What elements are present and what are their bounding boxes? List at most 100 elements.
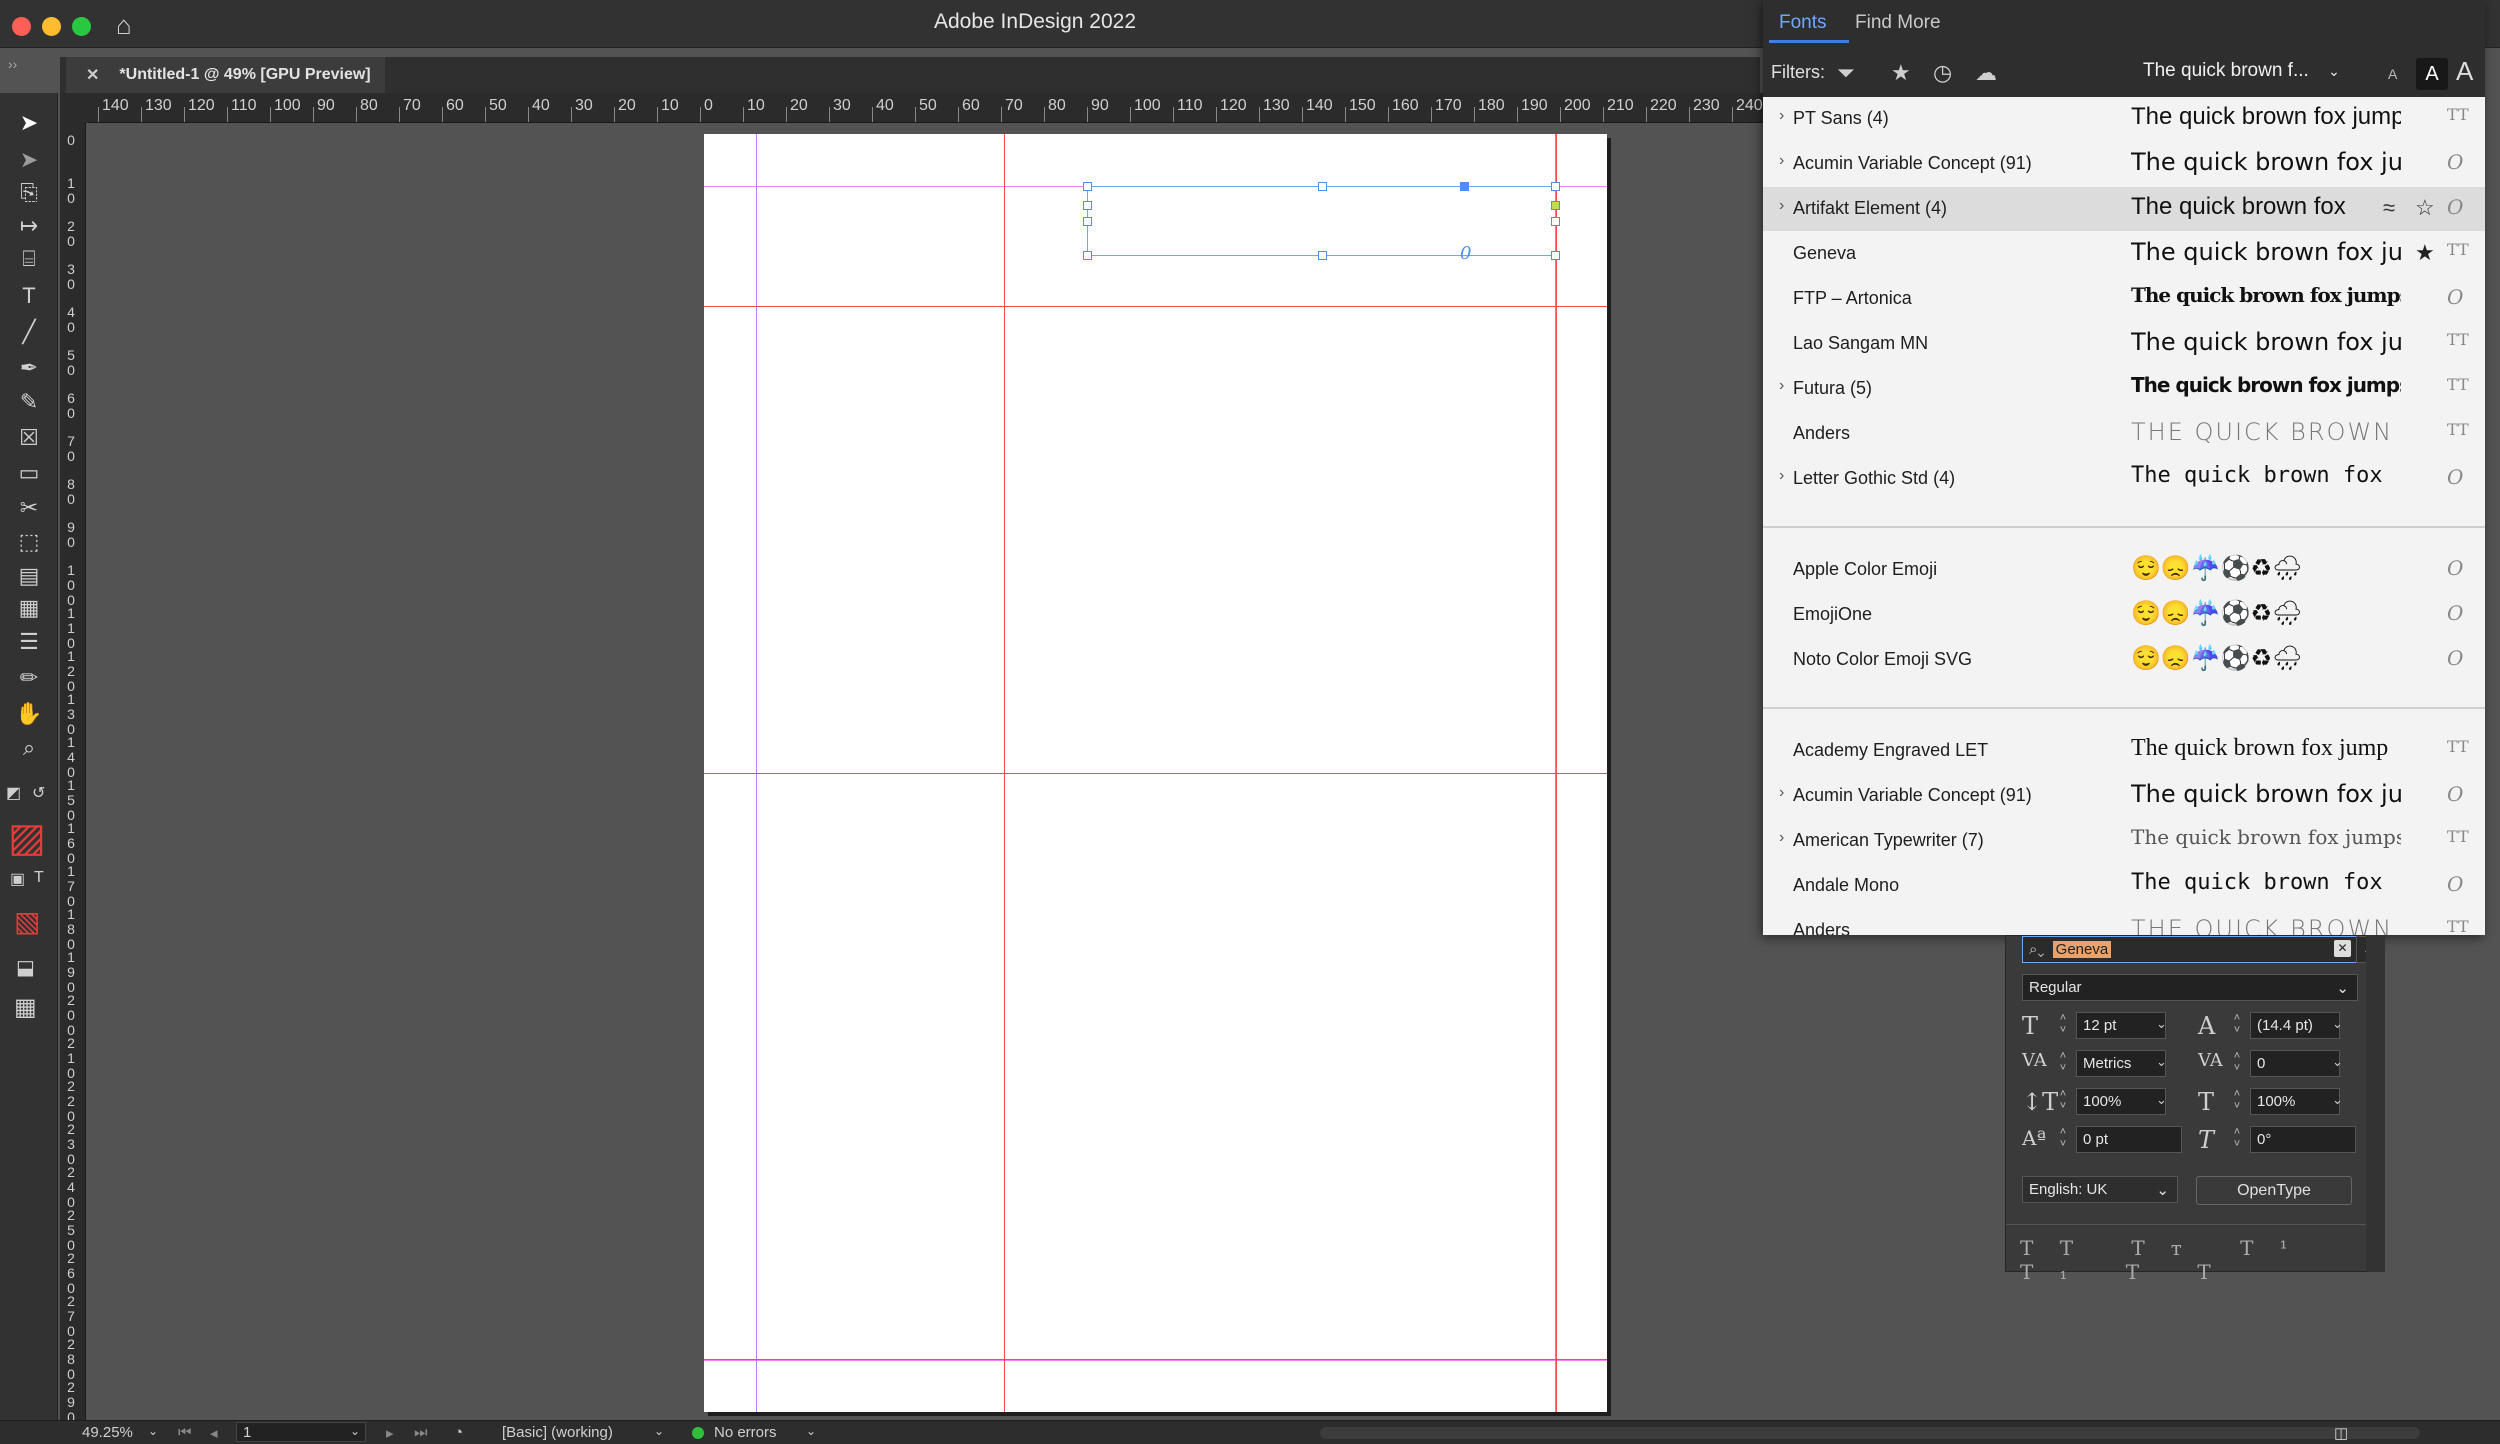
chevron-down-icon[interactable]: ⌄ <box>350 1424 360 1438</box>
formatting-text-icon[interactable]: T <box>34 869 44 887</box>
expand-chevron-icon[interactable]: › <box>1779 152 1784 170</box>
baseline-shift-stepper[interactable]: ˄ ˅ <box>2054 1126 2072 1153</box>
close-tab-icon[interactable]: ✕ <box>86 65 99 85</box>
favorite-star-icon[interactable]: ☆ <box>2415 195 2435 221</box>
frame-handle[interactable] <box>1551 182 1560 191</box>
horizontal-ruler[interactable]: 140 130 120 110 100 90 80 70 60 50 40 30 20 10 0 10 20 30… <box>88 93 1768 123</box>
ruler-origin[interactable] <box>60 93 88 123</box>
skew-field[interactable]: 0° <box>2250 1126 2356 1153</box>
character-panel-scrollbar[interactable] <box>2366 935 2385 1272</box>
clear-search-icon[interactable]: ✕ <box>2334 940 2351 957</box>
previous-page-icon[interactable]: ◂ <box>210 1424 218 1442</box>
horizontal-scrollbar[interactable] <box>1320 1427 2420 1439</box>
zoom-level[interactable]: 49.25% <box>82 1424 133 1441</box>
screen-mode-icon[interactable]: ⬓ <box>16 955 35 980</box>
ruler-guide-horizontal[interactable] <box>704 773 1607 774</box>
ruler-guide-horizontal[interactable] <box>704 1359 1607 1360</box>
frame-handle[interactable] <box>1083 251 1092 260</box>
font-family-field[interactable]: ⌕⌄ Geneva ✕ <box>2022 936 2358 963</box>
font-list-item[interactable]: Anders THE QUICK BROWN F TT <box>1763 909 2485 935</box>
sample-text-select[interactable]: The quick brown f... ⌄ <box>2143 60 2363 82</box>
horizontal-scale-field[interactable]: 100% <box>2250 1088 2340 1115</box>
font-list-item[interactable]: Geneva The quick brown fox jumps ★ TT <box>1763 232 2485 276</box>
pen-tool-icon[interactable]: ✒ <box>12 353 46 383</box>
chevron-down-icon[interactable]: ⌄ <box>806 1424 816 1438</box>
caps-style-buttons[interactable]: TT Tᴛ T¹ T₁ T T <box>2020 1236 2384 1284</box>
gap-tool-icon[interactable]: ↦ <box>12 211 46 241</box>
font-list-item[interactable]: FTP – Artonica The quick brown fox jumps … <box>1763 277 2485 321</box>
page-number-field[interactable]: 1 <box>236 1422 366 1442</box>
opentype-button[interactable]: OpenType <box>2196 1176 2352 1205</box>
eyedropper-tool-icon[interactable]: ✏ <box>12 663 46 693</box>
expand-chevron-icon[interactable]: › <box>1779 467 1784 485</box>
formatting-container-icon[interactable]: ▣ <box>10 869 25 889</box>
page-view-icon[interactable]: ▦ <box>14 993 37 1022</box>
next-page-icon[interactable]: ▸ <box>386 1424 394 1442</box>
chevron-down-icon[interactable]: ⌄ <box>2332 1054 2343 1070</box>
type-tool-icon[interactable]: T <box>12 281 46 311</box>
document-page[interactable]: 0 <box>704 134 1607 1412</box>
language-select[interactable]: English: UK ⌄ <box>2022 1176 2178 1203</box>
zoom-tool-icon[interactable]: ⌕ <box>12 733 46 763</box>
expand-chevron-icon[interactable]: › <box>1779 829 1784 847</box>
vertical-scale-field[interactable]: 100% <box>2076 1088 2166 1115</box>
large-sample-size-icon[interactable]: A <box>2456 56 2473 87</box>
out-port-handle[interactable] <box>1551 201 1560 210</box>
font-list-item[interactable]: Anders THE QUICK BROWN F TT <box>1763 412 2485 456</box>
first-page-icon[interactable]: ⏮ <box>178 1424 192 1441</box>
rectangle-tool-icon[interactable]: ▭ <box>12 458 46 488</box>
text-frame[interactable]: 0 <box>1083 182 1560 264</box>
expand-chevron-icon[interactable]: › <box>1779 107 1784 125</box>
font-list-item[interactable]: › Artifakt Element (4) The quick brown fox… <box>1763 187 2485 231</box>
font-list-item[interactable]: › Letter Gothic Std (4) The quick brown fo… <box>1763 457 2485 501</box>
selection-tool-icon[interactable]: ➤ <box>12 108 46 138</box>
rectangle-frame-tool-icon[interactable]: ☒ <box>12 423 46 453</box>
similar-fonts-icon[interactable]: ☁ <box>1975 60 1997 86</box>
frame-handle[interactable] <box>1460 182 1469 191</box>
font-list-item[interactable]: Academy Engraved LET The quick brown fox … <box>1763 729 2485 773</box>
font-list-item[interactable]: › Acumin Variable Concept (91) The quick b… <box>1763 142 2485 186</box>
favorite-star-icon[interactable]: ★ <box>2415 240 2435 266</box>
font-list-item[interactable]: › PT Sans (4) The quick brown fox jumps TT <box>1763 97 2485 141</box>
frame-handle[interactable] <box>1083 217 1092 226</box>
chevron-down-icon[interactable]: ⌄ <box>2332 1016 2343 1032</box>
expand-chevron-icon[interactable]: › <box>1779 197 1784 215</box>
collapse-panels-icon[interactable]: ›› <box>8 56 17 72</box>
content-collector-icon[interactable]: ⌸ <box>12 244 46 274</box>
frame-handle[interactable] <box>1083 182 1092 191</box>
open-document-icon[interactable]: ◔ <box>454 1424 463 1441</box>
font-list-item[interactable]: › American Typewriter (7) The quick brown … <box>1763 819 2485 863</box>
chevron-down-icon[interactable]: ⌄ <box>2156 1016 2167 1032</box>
chevron-down-icon[interactable]: ⌄ <box>2156 1054 2167 1070</box>
tab-find-more[interactable]: Find More <box>1855 12 1941 34</box>
font-size-stepper[interactable]: ˄ ˅ <box>2054 1012 2072 1039</box>
swap-fill-stroke-icon[interactable]: ↺ <box>32 783 45 803</box>
show-similar-icon[interactable]: ≈ <box>2383 195 2395 221</box>
font-list-item[interactable]: EmojiOne 😌😞☔⚽♻🌧 O <box>1763 593 2485 637</box>
font-style-field[interactable]: Regular ⌄ <box>2022 974 2358 1001</box>
chevron-down-icon[interactable]: ⌄ <box>654 1424 664 1438</box>
working-style-label[interactable]: [Basic] (working) <box>502 1424 613 1441</box>
preflight-status[interactable]: No errors <box>714 1424 777 1441</box>
default-fill-stroke-icon[interactable]: ◩ <box>6 783 21 803</box>
horizontal-scale-stepper[interactable]: ˄ ˅ <box>2228 1088 2246 1115</box>
frame-handle[interactable] <box>1551 251 1560 260</box>
filter-classification-icon[interactable]: ⏷ <box>1837 60 1855 86</box>
hand-tool-icon[interactable]: ✋ <box>12 699 46 729</box>
frame-handle[interactable] <box>1551 217 1560 226</box>
leading-field[interactable]: (14.4 pt) <box>2250 1012 2340 1039</box>
gradient-feather-tool-icon[interactable]: ▦ <box>12 593 46 623</box>
font-list-item[interactable]: Andale Mono The quick brown fox O <box>1763 864 2485 908</box>
last-page-icon[interactable]: ⏭ <box>414 1424 428 1441</box>
note-tool-icon[interactable]: ☰ <box>12 627 46 657</box>
chevron-down-icon[interactable]: ⌄ <box>2156 1092 2167 1108</box>
scissors-tool-icon[interactable]: ✂ <box>12 493 46 523</box>
vertical-ruler[interactable]: 0 10 20 30 40 50 60 70 80 90 100 110 120 130 140 150 160… <box>60 123 86 1420</box>
line-tool-icon[interactable]: ╱ <box>12 317 46 347</box>
expand-chevron-icon[interactable]: › <box>1779 377 1784 395</box>
chevron-down-icon[interactable]: ⌄ <box>2332 1092 2343 1108</box>
frame-handle[interactable] <box>1318 251 1327 260</box>
tracking-stepper[interactable]: ˄ ˅ <box>2228 1050 2246 1077</box>
ruler-guide-vertical[interactable] <box>1004 134 1005 1412</box>
kerning-field[interactable]: Metrics <box>2076 1050 2166 1077</box>
